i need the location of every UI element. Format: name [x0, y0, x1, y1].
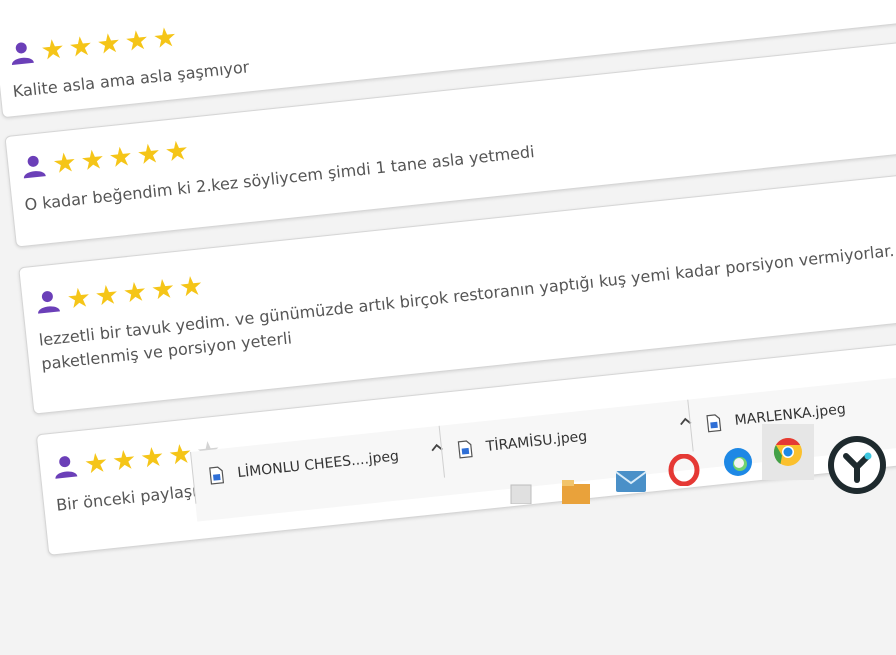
star-icon: ★	[138, 440, 166, 475]
star-icon: ★	[107, 140, 135, 174]
reviews-panel: ★★★★★ Kalite asla ama asla şaşmıyor ★★★★…	[0, 0, 896, 655]
star-icon: ★	[163, 134, 191, 168]
star-icon: ★	[65, 281, 93, 315]
chrome-icon	[773, 438, 802, 466]
opera-icon[interactable]	[668, 454, 700, 486]
star-icon: ★	[79, 143, 107, 177]
star-icon: ★	[149, 272, 177, 307]
star-icon: ★	[93, 278, 121, 313]
file-icon	[209, 466, 225, 485]
file-icon	[706, 414, 722, 433]
star-icon: ★	[110, 443, 138, 478]
star-icon: ★	[82, 446, 110, 481]
user-icon	[38, 291, 60, 314]
taskbar-icon[interactable]	[508, 482, 534, 504]
star-icon: ★	[123, 24, 151, 58]
edge-icon[interactable]	[722, 446, 754, 478]
download-filename: LİMONLU CHEES....jpeg	[236, 448, 400, 482]
file-icon	[457, 440, 473, 459]
star-icon: ★	[50, 146, 79, 180]
star-icon: ★	[121, 275, 149, 310]
taskbar-icon[interactable]	[560, 478, 592, 504]
star-icon: ★	[67, 30, 95, 64]
user-icon	[11, 42, 34, 66]
user-icon	[55, 456, 78, 479]
download-filename: TİRAMİSU.jpeg	[485, 428, 588, 455]
chrome-taskbar-button[interactable]	[762, 424, 814, 480]
user-icon	[23, 155, 46, 179]
mail-icon[interactable]	[615, 468, 647, 494]
star-icon: ★	[177, 269, 205, 304]
star-icon: ★	[135, 137, 163, 171]
star-icon: ★	[95, 27, 123, 61]
star-icon: ★	[39, 32, 67, 67]
star-icon: ★	[151, 21, 179, 55]
